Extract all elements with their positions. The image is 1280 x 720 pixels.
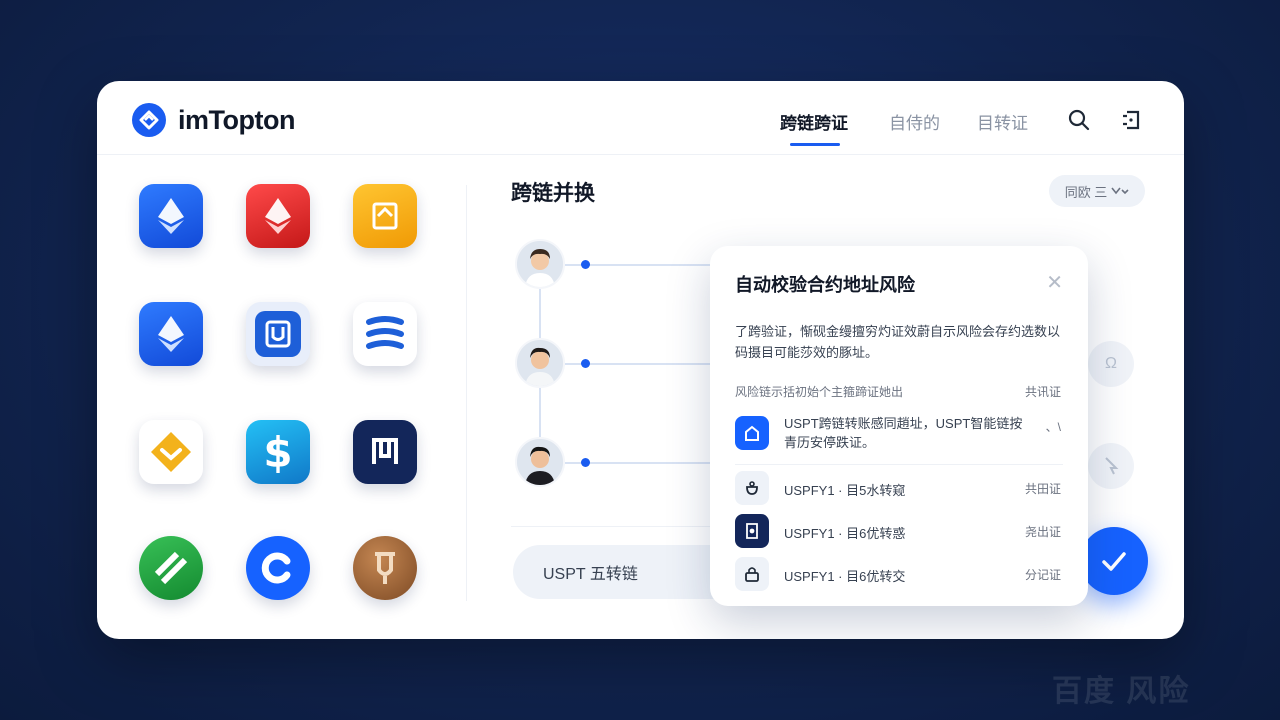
shield-icon xyxy=(735,514,769,548)
avatar[interactable] xyxy=(515,437,565,487)
bag-icon xyxy=(735,471,769,505)
risk-check-dialog: 自动校验合约地址风险 ✕ 了跨验证，惭砚金缦擅穷灼证效蔚自示风险会存约选数以码摄… xyxy=(710,246,1088,606)
list-item-tag: 、\ xyxy=(1045,420,1061,434)
dropdown-label: 同欧 三 xyxy=(1064,184,1108,200)
pointer-icon xyxy=(1105,457,1119,475)
flow-dot xyxy=(581,359,590,368)
token-document-icon[interactable] xyxy=(353,184,417,248)
token-c-icon[interactable] xyxy=(246,536,310,600)
token-u-icon[interactable] xyxy=(246,302,310,366)
nav-tab-2[interactable]: 自侍的 xyxy=(889,109,940,134)
filter-dropdown[interactable]: 同欧 三 xyxy=(1049,175,1145,207)
chain-input-value: USPT 五转链 xyxy=(543,566,638,583)
header-divider xyxy=(97,154,1184,155)
list-item-tag: 共田证 xyxy=(1024,482,1061,496)
info-button[interactable]: Ω xyxy=(1088,341,1134,387)
token-bronze-icon[interactable] xyxy=(353,536,417,600)
dialog-sub-label: 风险链示括初始个主箍蹄证她出 xyxy=(735,385,904,399)
nav-tab-cross-chain[interactable]: 跨链跨证 xyxy=(780,109,848,134)
token-diamond-icon[interactable] xyxy=(139,420,203,484)
list-item-text: USPFY1 · 目6优转交 xyxy=(784,569,906,584)
flow-dot xyxy=(581,458,590,467)
token-ethereum-icon[interactable] xyxy=(139,184,203,248)
logo: imTopton xyxy=(132,103,295,137)
row-divider xyxy=(735,464,1063,465)
nav-tab-3[interactable]: 目转证 xyxy=(977,109,1028,134)
app-name: imTopton xyxy=(178,104,295,135)
section-title: 跨链并换 xyxy=(511,182,595,205)
token-stripes-icon[interactable] xyxy=(139,536,203,600)
confirm-button[interactable] xyxy=(1080,527,1148,595)
list-item-text: USPT跨链转账感同趙址，USPT智能链按青历安停跌证。 xyxy=(784,416,1023,450)
avatar[interactable] xyxy=(515,239,565,289)
list-item-tag: 尧出证 xyxy=(1024,525,1061,539)
token-monogram-icon[interactable] xyxy=(353,420,417,484)
close-icon[interactable]: ✕ xyxy=(1046,273,1063,293)
token-lines-icon[interactable] xyxy=(353,302,417,366)
dialog-sub-tag: 共讯证 xyxy=(1024,385,1061,399)
house-icon xyxy=(735,416,769,450)
dialog-description: 了跨验证，惭砚金缦擅穷灼证效蔚自示风险会存约选数以码摄目可能莎效的豚址。 xyxy=(735,324,1061,360)
logout-icon[interactable] xyxy=(1119,108,1143,132)
active-tab-indicator xyxy=(790,143,840,146)
search-icon[interactable] xyxy=(1067,108,1091,132)
token-dollar-icon[interactable]: $ xyxy=(246,420,310,484)
logo-icon xyxy=(132,103,166,137)
token-ethereum-red-icon[interactable] xyxy=(246,184,310,248)
lock-icon xyxy=(735,557,769,591)
list-item-text: USPFY1 · 目6优转惑 xyxy=(784,526,906,541)
token-ethereum-2-icon[interactable] xyxy=(139,302,203,366)
check-icon xyxy=(1102,552,1126,571)
chevron-down-icon xyxy=(1111,187,1129,195)
pointer-button[interactable] xyxy=(1088,443,1134,489)
info-icon: Ω xyxy=(1105,355,1117,372)
list-item-text: USPFY1 · 目5水转窥 xyxy=(784,483,906,498)
panel-divider xyxy=(466,185,467,601)
flow-dot xyxy=(581,260,590,269)
dialog-title: 自动校验合约地址风险 xyxy=(735,275,915,295)
app-window: imTopton 跨链跨证 自侍的 目转证 $ 跨链并换 同欧 三 USPT 五… xyxy=(97,81,1184,639)
avatar[interactable] xyxy=(515,338,565,388)
watermark: 百度 风险 xyxy=(1052,675,1191,708)
list-item-tag: 分记证 xyxy=(1024,568,1061,582)
